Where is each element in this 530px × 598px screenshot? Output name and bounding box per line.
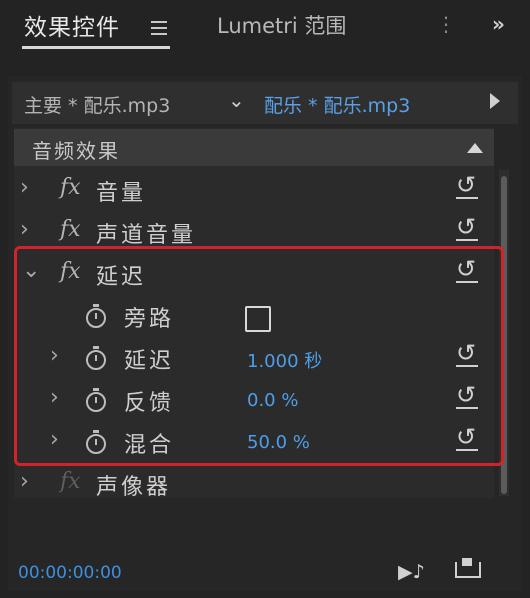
master-clip-label[interactable]: 主要 * 配乐.mp3 [24, 91, 170, 118]
fx-icon[interactable]: fx [60, 217, 81, 242]
expand-chevron-icon[interactable]: › [20, 175, 29, 200]
panel-tab-bar: 效果控件 Lumetri 范围 ⋮ » [0, 0, 530, 62]
reset-underline [456, 239, 478, 241]
effect-label-volume: 音量 [96, 181, 147, 206]
reset-icon[interactable]: ↺ [456, 171, 476, 199]
effect-label-panner: 声像器 [96, 475, 172, 500]
audio-effects-title: 音频效果 [32, 139, 120, 163]
timeline-toggle-icon[interactable] [490, 93, 500, 109]
effect-label-channel-volume: 声道音量 [96, 223, 197, 248]
panel-menu-icon[interactable] [151, 21, 167, 39]
timecode-display[interactable]: 00:00:00:00 [18, 563, 122, 583]
sequence-clip-label[interactable]: 配乐 * 配乐.mp3 [264, 91, 410, 118]
play-audio-icon[interactable]: ▶♪ [398, 561, 425, 583]
fx-icon[interactable]: fx [60, 469, 81, 494]
export-icon[interactable] [455, 558, 481, 578]
more-tabs-button[interactable]: » [492, 12, 505, 36]
fx-icon[interactable]: fx [60, 175, 81, 200]
highlight-box [14, 246, 504, 466]
clip-dropdown-chevron-icon[interactable]: ⌄ [228, 88, 245, 112]
reset-icon[interactable]: ↺ [456, 213, 476, 241]
tab-divider-icon: ⋮ [436, 12, 456, 36]
expand-chevron-icon[interactable]: › [20, 217, 29, 242]
active-tab-indicator [22, 46, 170, 49]
expand-chevron-icon[interactable]: › [20, 469, 29, 494]
tab-effect-controls[interactable]: 效果控件 [24, 8, 120, 42]
collapse-up-icon[interactable] [467, 143, 483, 153]
tab-lumetri-scopes[interactable]: Lumetri 范围 [217, 10, 346, 40]
reset-underline [456, 197, 478, 199]
